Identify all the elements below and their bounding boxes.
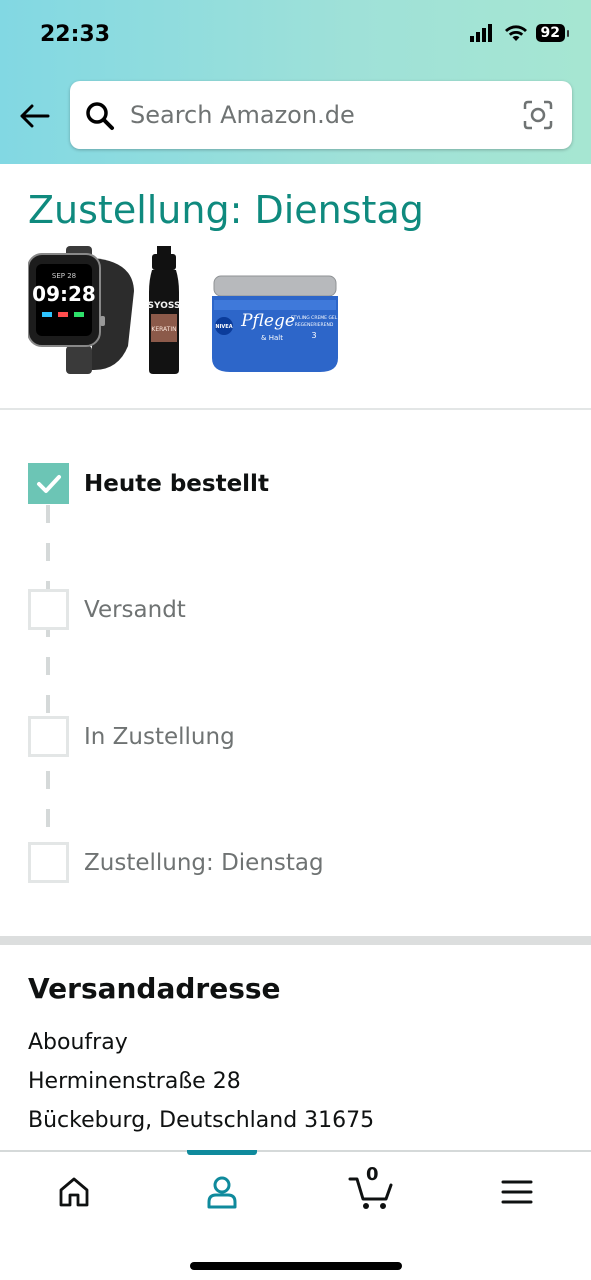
check-icon [28, 463, 69, 504]
tracking-step-ordered: Heute bestellt [28, 463, 269, 504]
status-icons: 92 [469, 24, 570, 42]
camera-scan-icon[interactable] [522, 99, 554, 131]
tracking-step-shipped: Versandt [28, 589, 186, 630]
nivea-gel-jar-image: NIVEA Pflege & Halt STYLING CREME GEL RE… [212, 275, 338, 372]
checkbox-empty-icon [28, 716, 69, 757]
address-street: Herminenstraße 28 [28, 1069, 241, 1094]
search-input[interactable]: Search Amazon.de [70, 81, 572, 149]
bottom-tab-bar: 0 [0, 1150, 591, 1280]
status-time: 22:33 [40, 22, 111, 47]
svg-text:SEP 28: SEP 28 [52, 272, 76, 280]
arrow-left-icon [20, 104, 50, 128]
svg-text:3: 3 [311, 331, 316, 340]
active-tab-indicator [187, 1150, 257, 1155]
svg-text:REGENERIEREND: REGENERIEREND [295, 322, 334, 328]
smartwatch-image: SEP 28 09:28 [28, 246, 134, 374]
wifi-icon [504, 25, 527, 41]
tab-cart[interactable]: 0 [346, 1164, 396, 1214]
checkbox-empty-icon [28, 842, 69, 883]
battery-indicator: 92 [535, 24, 570, 42]
tab-home[interactable] [49, 1170, 99, 1214]
hamburger-menu-icon [501, 1180, 533, 1204]
section-divider [0, 408, 591, 410]
signal-icon [469, 24, 492, 42]
section-divider-thick [0, 936, 591, 945]
svg-text:STYLING CREME GEL: STYLING CREME GEL [291, 315, 338, 321]
delivery-title: Zustellung: Dienstag [28, 188, 424, 232]
tracking-step-label: Heute bestellt [84, 470, 269, 497]
tracking-step-label: Versandt [84, 596, 186, 623]
header: 22:33 92 Search Amazon.de [0, 0, 591, 164]
user-icon [207, 1176, 237, 1209]
tab-menu[interactable] [492, 1170, 542, 1214]
search-icon [86, 102, 114, 130]
product-images[interactable]: SEP 28 09:28 SYOSS KERATIN NIVEA Pflege … [28, 246, 340, 376]
home-indicator[interactable] [190, 1262, 402, 1270]
tracking-dashed-line [46, 505, 50, 845]
cart-count-badge: 0 [366, 1164, 379, 1185]
svg-text:KERATIN: KERATIN [151, 326, 176, 333]
svg-text:09:28: 09:28 [32, 282, 96, 306]
checkbox-empty-icon [28, 589, 69, 630]
tracking-step-delivered: Zustellung: Dienstag [28, 842, 324, 883]
search-placeholder: Search Amazon.de [130, 101, 355, 129]
shampoo-bottle-image: SYOSS KERATIN [148, 246, 181, 374]
address-city: Bückeburg, Deutschland 31675 [28, 1108, 375, 1133]
address-name: Aboufray [28, 1030, 128, 1055]
svg-text:Pflege: Pflege [240, 311, 295, 331]
svg-text:SYOSS: SYOSS [148, 301, 181, 311]
tracking-step-out-for-delivery: In Zustellung [28, 716, 235, 757]
svg-text:NIVEA: NIVEA [215, 324, 232, 330]
tab-account[interactable] [197, 1170, 247, 1214]
tracking-step-label: Zustellung: Dienstag [84, 849, 324, 876]
tracking-step-label: In Zustellung [84, 723, 235, 750]
home-icon [59, 1177, 89, 1207]
svg-text:& Halt: & Halt [261, 334, 283, 342]
back-button[interactable] [16, 98, 52, 134]
shipping-address-heading: Versandadresse [28, 972, 281, 1005]
